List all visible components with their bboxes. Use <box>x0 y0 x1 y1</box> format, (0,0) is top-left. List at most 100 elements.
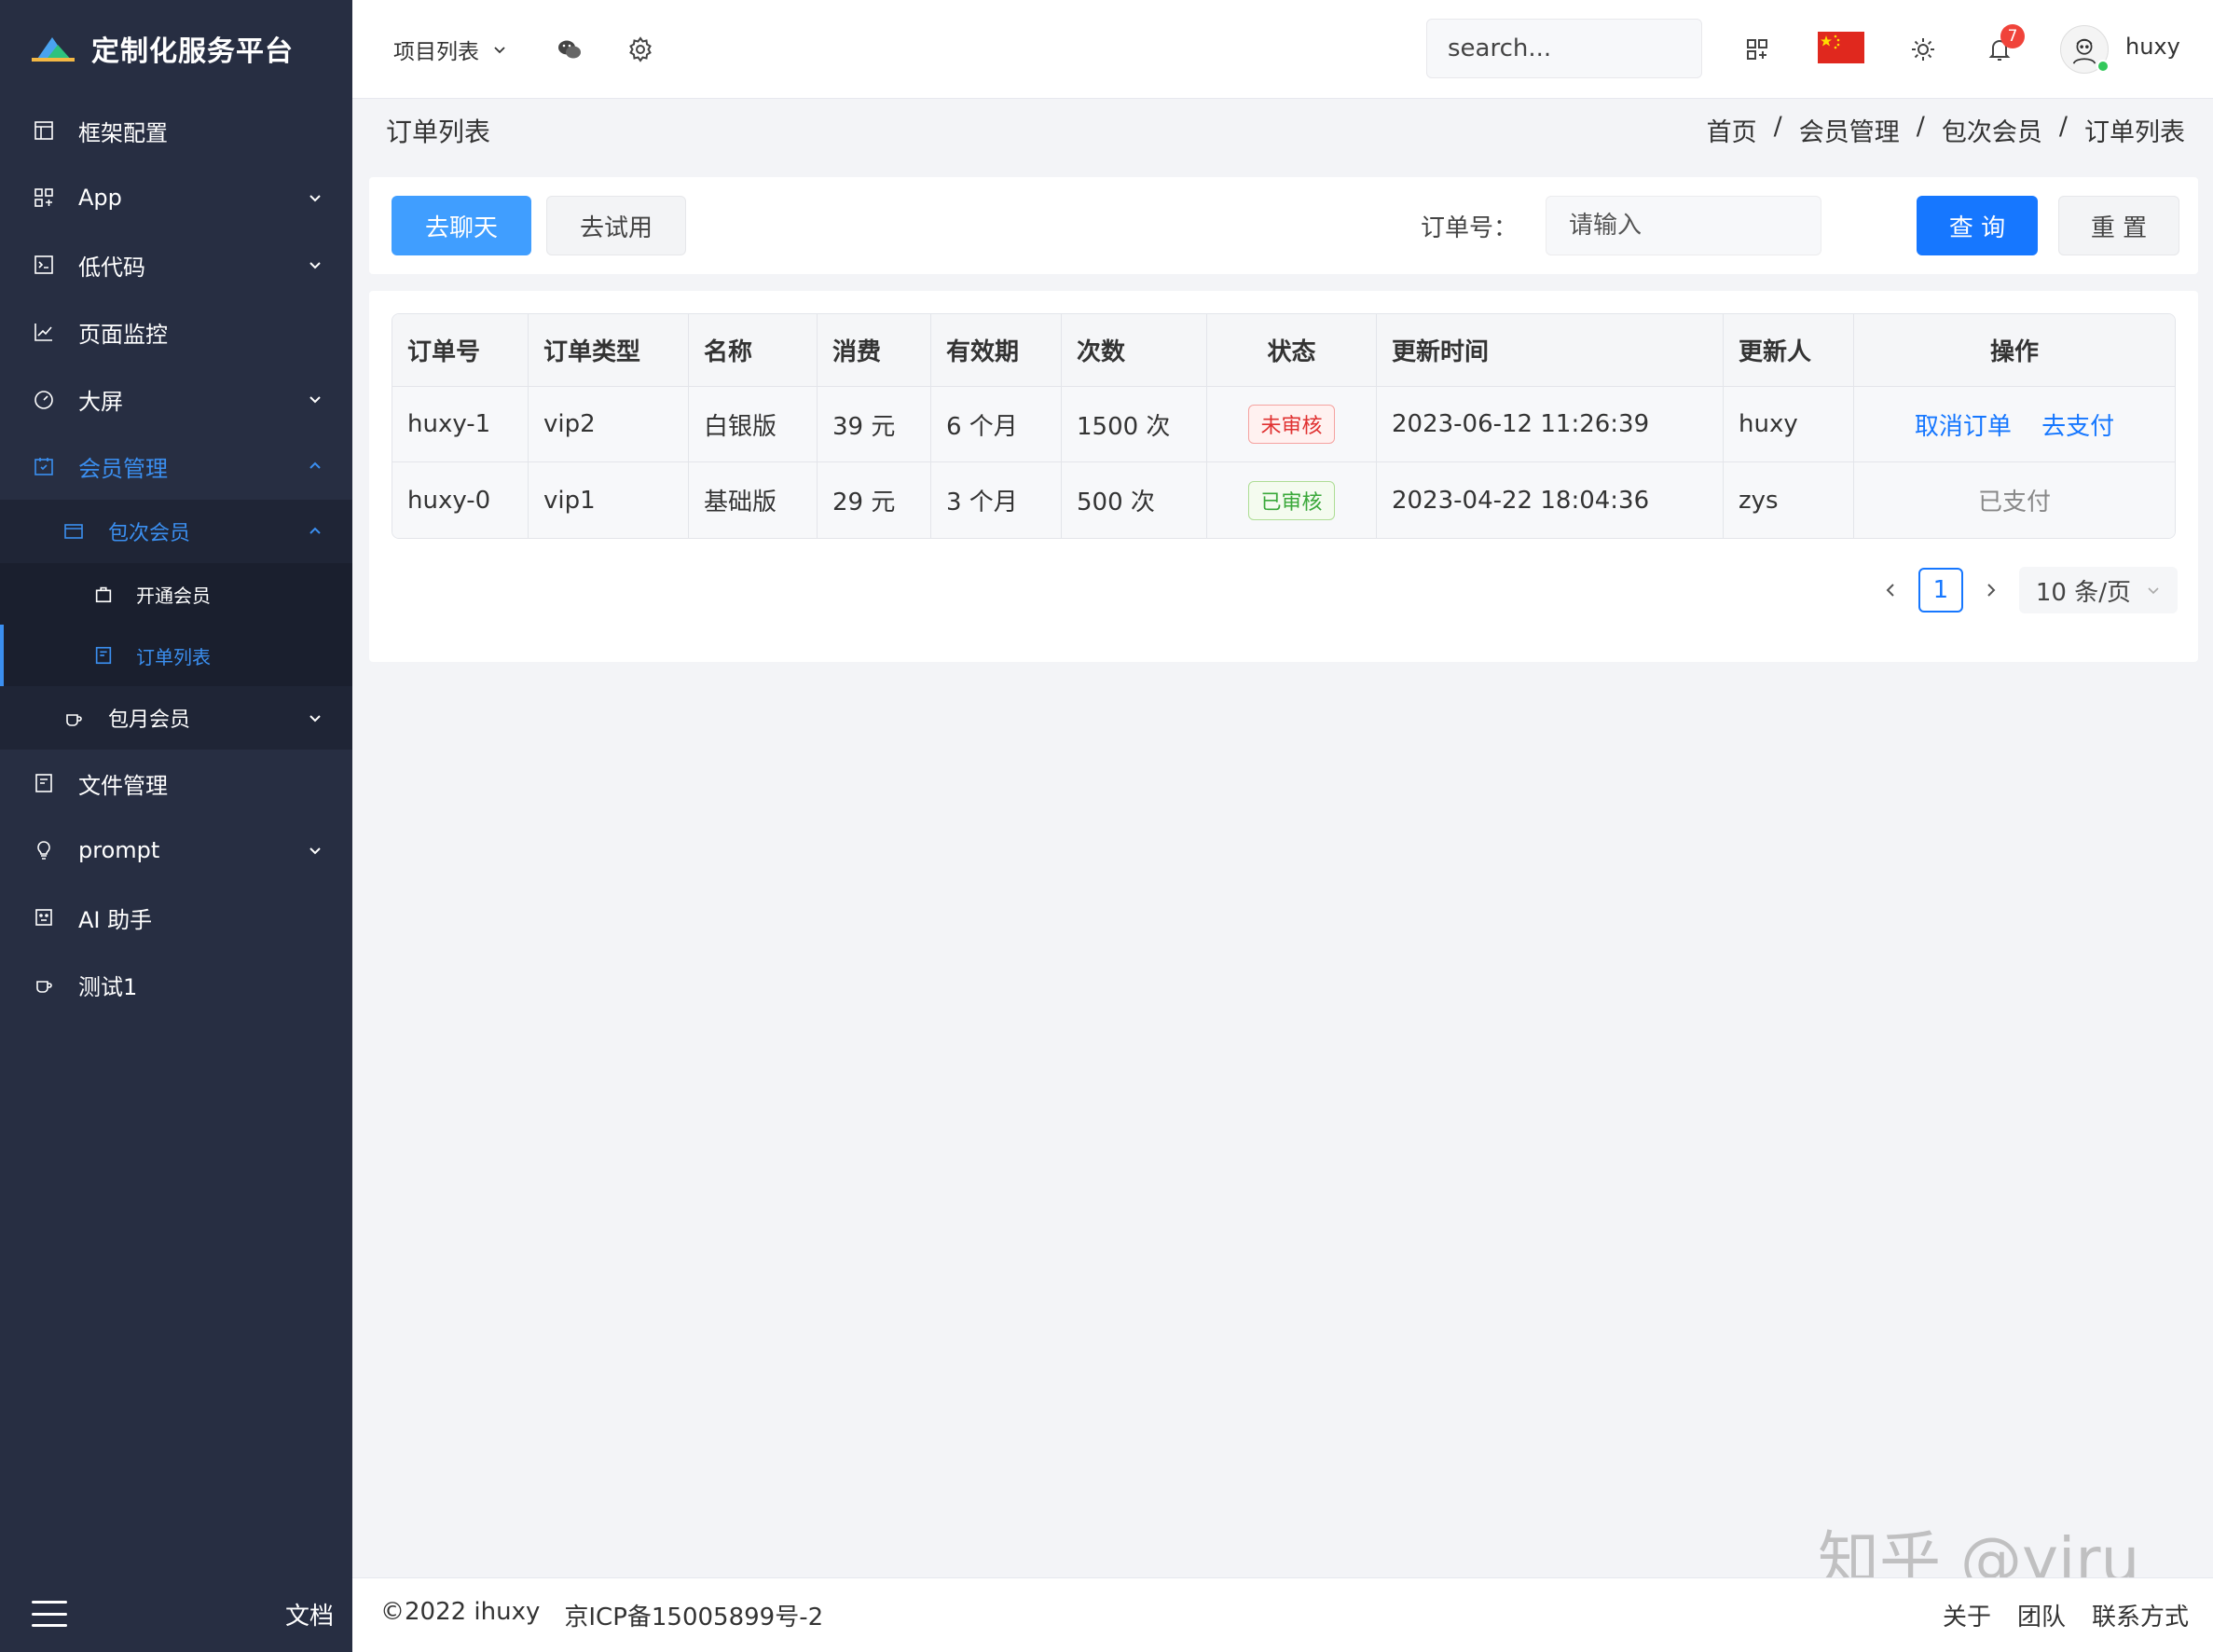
copyright: ©2022 ihuxy <box>380 1598 541 1626</box>
apps-icon[interactable] <box>1741 34 1773 65</box>
sidebar-item-member[interactable]: 会员管理 <box>0 433 352 500</box>
chevron-down-icon <box>309 715 321 723</box>
logo-icon <box>32 37 75 62</box>
column-header: 次数 <box>1062 314 1207 387</box>
coffee-icon <box>32 972 56 997</box>
search-input[interactable] <box>1448 34 1750 62</box>
cell-updated: 2023-06-12 11:26:39 <box>1377 387 1724 462</box>
chevron-up-icon <box>309 527 321 534</box>
coffee-icon <box>62 706 86 730</box>
chevron-down-icon <box>494 46 505 53</box>
layout-icon <box>32 118 56 143</box>
gear-icon[interactable] <box>625 34 656 65</box>
cell-name: 白银版 <box>689 387 818 462</box>
cell-updater: zys <box>1724 462 1854 538</box>
chevron-up-icon <box>309 461 321 469</box>
sun-icon[interactable] <box>1907 34 1939 65</box>
sidebar-item-ai[interactable]: AI 助手 <box>0 884 352 951</box>
pay-link[interactable]: 去支付 <box>2041 413 2114 441</box>
column-header: 操作 <box>1854 314 2175 387</box>
sidebar-item-monthly[interactable]: 包月会员 <box>0 686 352 750</box>
bell-icon[interactable]: 7 <box>1984 23 2025 65</box>
breadcrumb-home[interactable]: 首页 <box>1707 112 1757 148</box>
china-flag-icon[interactable] <box>1818 32 1864 63</box>
column-header: 更新人 <box>1724 314 1854 387</box>
cell-validity: 3 个月 <box>931 462 1062 538</box>
username[interactable]: huxy <box>2125 34 2180 60</box>
sidebar-item-files[interactable]: 文件管理 <box>0 750 352 817</box>
notification-badge: 7 <box>2000 23 2025 48</box>
reset-button[interactable]: 重 置 <box>2058 196 2179 255</box>
status-badge: 未审核 <box>1248 405 1335 444</box>
topbar: 项目列表 7 huxy <box>352 0 2213 99</box>
chat-button[interactable]: 去聊天 <box>392 196 531 255</box>
table-row: huxy-0 vip1 基础版 29 元 3 个月 500 次 已审核 2023… <box>392 462 2175 538</box>
docs-link[interactable]: 文档 <box>285 1597 334 1631</box>
page-size-select[interactable]: 10 条/页 <box>2018 567 2178 613</box>
orders-table: 订单号 订单类型 名称 消费 有效期 次数 状态 更新时间 更新人 操作 hux… <box>392 313 2176 539</box>
breadcrumb-separator: / <box>2058 112 2068 141</box>
footer-link-about[interactable]: 关于 <box>1943 1598 1991 1632</box>
prev-page-icon[interactable] <box>1877 577 1904 603</box>
sidebar-item-label: 测试1 <box>78 973 138 1000</box>
order-number-input[interactable] <box>1546 196 1821 255</box>
column-header: 状态 <box>1207 314 1377 387</box>
sidebar-item-monitor[interactable]: 页面监控 <box>0 298 352 365</box>
sidebar-item-label: 文件管理 <box>78 772 168 799</box>
file-icon <box>32 771 56 795</box>
sidebar-item-bigscreen[interactable]: 大屏 <box>0 365 352 433</box>
cancel-order-link[interactable]: 取消订单 <box>1915 413 2012 441</box>
sidebar-item-prompt[interactable]: prompt <box>0 817 352 884</box>
breadcrumb-member[interactable]: 会员管理 <box>1799 112 1900 148</box>
chevron-down-icon <box>309 262 321 269</box>
breadcrumb-per-use[interactable]: 包次会员 <box>1942 112 2042 148</box>
order-icon <box>93 645 114 666</box>
cell-order-id: huxy-1 <box>392 387 529 462</box>
cell-validity: 6 个月 <box>931 387 1062 462</box>
cell-cost: 29 元 <box>818 462 931 538</box>
sidebar-item-lowcode[interactable]: 低代码 <box>0 231 352 298</box>
avatar[interactable] <box>2060 25 2110 74</box>
sidebar-item-label: 订单列表 <box>136 645 211 668</box>
page-size-value: 10 条/页 <box>2035 578 2131 607</box>
order-number-label: 订单号： <box>1421 214 1519 242</box>
sidebar-item-label: 包月会员 <box>108 709 191 732</box>
logo[interactable]: 定制化服务平台 <box>0 0 352 97</box>
footer-link-team[interactable]: 团队 <box>2017 1598 2066 1632</box>
sidebar-item-per-use[interactable]: 包次会员 <box>0 500 352 563</box>
query-button[interactable]: 查 询 <box>1917 196 2038 255</box>
sidebar-item-framework[interactable]: 框架配置 <box>0 97 352 164</box>
icp-link[interactable]: 京ICP备15005899号-2 <box>564 1598 823 1632</box>
column-header: 消费 <box>818 314 931 387</box>
sidebar-item-test1[interactable]: 测试1 <box>0 951 352 1018</box>
footer: ©2022 ihuxy 京ICP备15005899号-2 关于 团队 联系方式 <box>352 1577 2213 1652</box>
breadcrumb-separator: / <box>1773 112 1782 141</box>
sidebar-item-open-member[interactable]: 开通会员 <box>0 563 352 625</box>
cell-count: 1500 次 <box>1062 387 1207 462</box>
cell-updater: huxy <box>1724 387 1854 462</box>
chevron-down-icon <box>2148 587 2159 595</box>
column-header: 订单号 <box>392 314 529 387</box>
menu-toggle-icon[interactable] <box>32 1601 67 1627</box>
calendar-icon <box>32 454 56 478</box>
wechat-icon[interactable] <box>554 34 585 65</box>
sidebar-item-orders[interactable]: 订单列表 <box>0 625 352 686</box>
chevron-down-icon <box>309 195 321 202</box>
page-number[interactable]: 1 <box>1917 568 1963 613</box>
next-page-icon[interactable] <box>1978 577 2004 603</box>
line-chart-icon <box>32 320 56 344</box>
chevron-down-icon <box>309 847 321 855</box>
trial-button[interactable]: 去试用 <box>546 196 686 255</box>
breadcrumb-current: 订单列表 <box>2084 118 2185 147</box>
bulb-icon <box>32 838 56 862</box>
table-header-row: 订单号 订单类型 名称 消费 有效期 次数 状态 更新时间 更新人 操作 <box>392 314 2175 387</box>
footer-link-contact[interactable]: 联系方式 <box>2092 1598 2189 1632</box>
online-status-dot <box>2096 60 2110 73</box>
project-dropdown[interactable]: 项目列表 <box>393 34 507 65</box>
sidebar-footer: 文档 <box>0 1576 352 1652</box>
sidebar-item-app[interactable]: App <box>0 164 352 231</box>
per-use-submenu: 开通会员 订单列表 <box>0 563 352 686</box>
chevron-down-icon <box>309 396 321 404</box>
column-header: 更新时间 <box>1377 314 1724 387</box>
sidebar-item-label: 会员管理 <box>78 455 168 482</box>
